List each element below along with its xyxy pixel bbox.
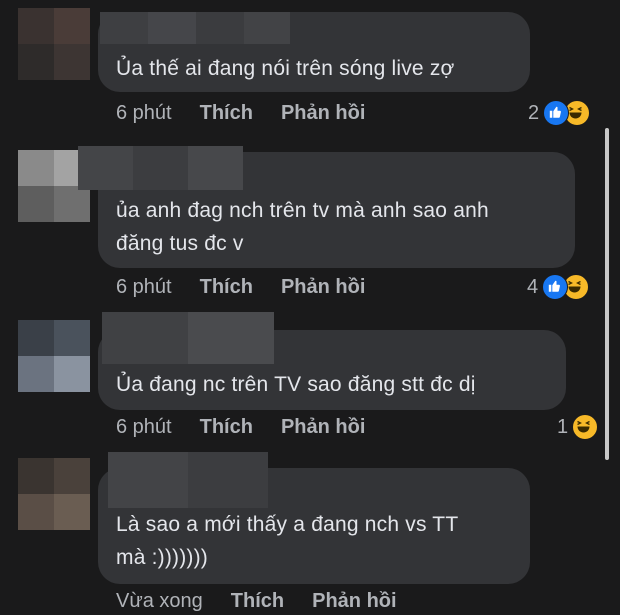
- reaction-summary[interactable]: 1: [557, 414, 599, 440]
- comment-actions: 6 phút Thích Phản hồi: [116, 276, 365, 299]
- reply-button[interactable]: Phản hồi: [312, 590, 396, 613]
- reaction-count: 1: [557, 415, 569, 438]
- reply-button[interactable]: Phản hồi: [281, 416, 365, 439]
- author-name-blurred[interactable]: [102, 312, 274, 364]
- reaction-summary[interactable]: 2: [528, 100, 591, 126]
- like-button[interactable]: Thích: [200, 102, 253, 125]
- comment-bubble: Là sao a mới thấy a đang nch vs TT mà :)…: [98, 452, 530, 584]
- author-name-blurred[interactable]: [108, 452, 268, 508]
- comment-text: Ủa đang nc trên TV sao đăng stt đc dị: [116, 373, 476, 396]
- comment-actions: 6 phút Thích Phản hồi: [116, 416, 365, 439]
- avatar[interactable]: [18, 320, 90, 392]
- reaction-summary[interactable]: 4: [527, 274, 590, 300]
- comment-bubble: ủa anh đag nch trên tv mà anh sao anh đă…: [78, 146, 575, 268]
- comment-time[interactable]: 6 phút: [116, 102, 172, 125]
- comment-time[interactable]: 6 phút: [116, 276, 172, 299]
- scrollbar[interactable]: [605, 128, 609, 460]
- like-icon: [543, 100, 570, 126]
- haha-icon: [572, 414, 599, 440]
- comment-text: Ủa thế ai đang nói trên sóng live zợ: [116, 57, 455, 80]
- avatar[interactable]: [18, 458, 90, 530]
- comment-actions: Vừa xong Thích Phản hồi: [116, 590, 397, 613]
- author-name-blurred[interactable]: [78, 146, 243, 190]
- like-button[interactable]: Thích: [200, 416, 253, 439]
- comment-bubble: Ủa đang nc trên TV sao đăng stt đc dị: [98, 312, 566, 410]
- avatar[interactable]: [18, 8, 90, 80]
- reply-button[interactable]: Phản hồi: [281, 276, 365, 299]
- comment-actions: 6 phút Thích Phản hồi: [116, 102, 365, 125]
- comment-text: ủa anh đag nch trên tv mà anh sao anh đă…: [116, 199, 489, 255]
- like-button[interactable]: Thích: [231, 590, 284, 613]
- author-name-blurred[interactable]: [100, 12, 290, 44]
- comment-text: Là sao a mới thấy a đang nch vs TT mà :)…: [116, 513, 459, 569]
- comment-time[interactable]: Vừa xong: [116, 590, 203, 613]
- comment-bubble: Ủa thế ai đang nói trên sóng live zợ: [98, 12, 530, 92]
- reaction-count: 2: [528, 101, 540, 124]
- reply-button[interactable]: Phản hồi: [281, 102, 365, 125]
- reaction-count: 4: [527, 275, 539, 298]
- comment-time[interactable]: 6 phút: [116, 416, 172, 439]
- like-icon: [542, 274, 569, 300]
- like-button[interactable]: Thích: [200, 276, 253, 299]
